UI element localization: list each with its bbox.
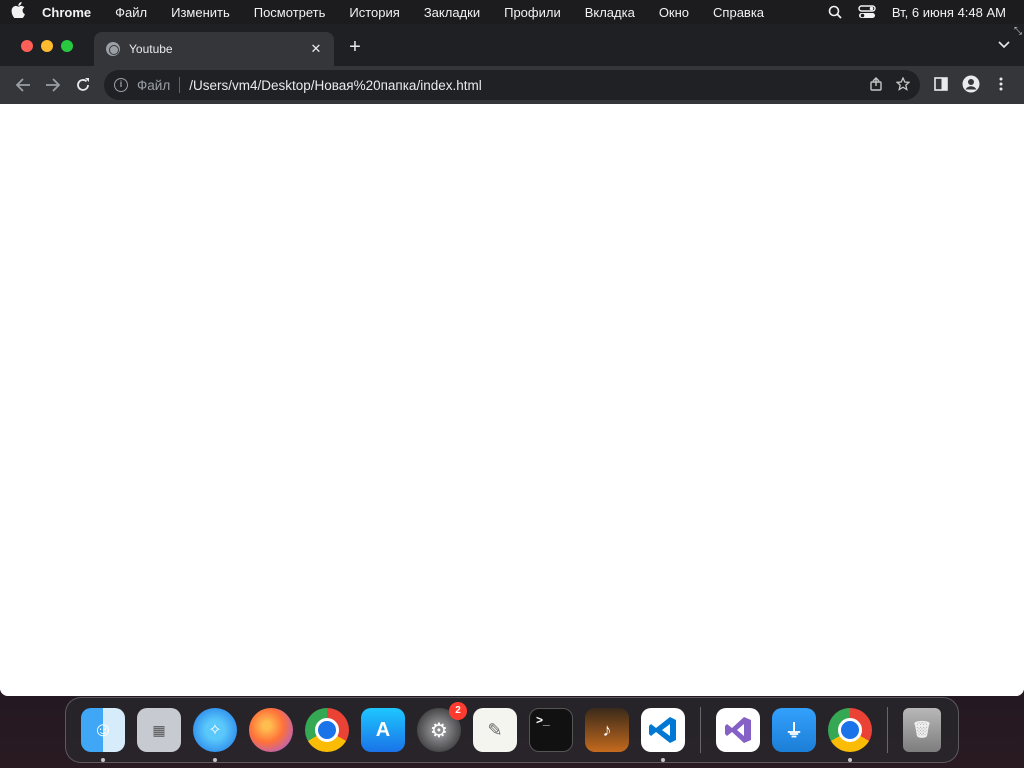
window-controls [21,40,73,52]
dock-system-settings[interactable]: ⚙ 2 [417,702,467,752]
menu-history[interactable]: История [337,5,411,20]
menu-bar: Chrome Файл Изменить Посмотреть История … [0,0,1024,24]
safari-compass-icon: ✧ [208,722,222,739]
trash-icon: 🗑 [911,722,933,739]
dock-chrome[interactable] [305,708,349,752]
more-menu-icon[interactable] [986,77,1016,94]
notification-badge: 2 [449,702,467,720]
menu-view[interactable]: Посмотреть [242,5,338,20]
guitar-icon: ♪ [602,719,612,740]
resize-arrow-icon: ⤡ [1014,26,1022,37]
dock-launchpad[interactable]: ▦ [137,708,181,752]
side-panel-icon[interactable] [926,76,956,94]
site-info-icon[interactable]: i [114,78,128,92]
back-button[interactable] [8,70,38,100]
browser-toolbar: i Файл /Users/vm4/Desktop/Новая%20папка/… [0,66,1024,104]
reload-button[interactable] [68,70,98,100]
url-text[interactable]: /Users/vm4/Desktop/Новая%20папка/index.h… [189,78,856,93]
pencil-icon: ✎ [487,719,503,740]
dock-keynote[interactable]: ⏚ [772,708,816,752]
finder-icon: ☺ [92,718,114,741]
vscode-icon [649,717,676,743]
launchpad-icon: ▦ [152,721,166,738]
tab-active[interactable]: Youtube ✕ [94,32,334,66]
gear-icon: ⚙ [430,719,448,742]
dock-app-store[interactable]: A [361,708,405,752]
tab-title: Youtube [129,42,173,56]
dock-textedit[interactable]: ✎ [473,708,517,752]
profile-avatar-icon[interactable] [956,75,986,96]
running-indicator [213,758,217,762]
bookmark-star-icon[interactable] [895,75,911,94]
keynote-podium-icon: ⏚ [785,721,803,741]
control-center-icon[interactable] [850,5,884,19]
tab-search-chevron-icon[interactable] [998,38,1010,52]
dock-firefox[interactable] [249,708,293,752]
visual-studio-icon [725,717,751,743]
menubar-clock[interactable]: Вт, 6 июня 4:48 AM [884,5,1014,20]
menu-app-name[interactable]: Chrome [36,5,103,20]
address-bar[interactable]: i Файл /Users/vm4/Desktop/Новая%20папка/… [104,70,920,100]
apple-menu-icon[interactable] [0,2,36,22]
chrome-window: Youtube ✕ + ⤡ i Файл /Users/vm4/Desktop/… [0,24,1024,696]
window-minimize-button[interactable] [41,40,53,52]
window-close-button[interactable] [21,40,33,52]
menu-edit[interactable]: Изменить [159,5,242,20]
dock-garageband[interactable]: ♪ [585,708,629,752]
running-indicator [101,758,105,762]
share-icon[interactable] [870,76,882,94]
dock-divider [700,707,701,753]
menu-bookmarks[interactable]: Закладки [412,5,492,20]
menu-help[interactable]: Справка [701,5,776,20]
menu-file[interactable]: Файл [103,5,159,20]
dock-vscode[interactable] [641,708,685,762]
running-indicator [848,758,852,762]
dock: ☺ ▦ ✧ A ⚙ 2 ✎ >_ ♪ ⏚ 🗑 [65,697,959,763]
menu-profiles[interactable]: Профили [492,5,573,20]
dock-safari[interactable]: ✧ [193,708,237,762]
terminal-prompt-icon: >_ [536,713,550,727]
dock-terminal[interactable]: >_ [529,708,573,752]
omnibox-divider [179,77,181,93]
forward-button[interactable] [38,70,68,100]
window-fullscreen-button[interactable] [61,40,73,52]
dock-chrome-recent[interactable] [828,708,872,762]
menu-window[interactable]: Окно [647,5,701,20]
dock-finder[interactable]: ☺ [81,708,125,762]
spotlight-search-icon[interactable] [820,5,850,19]
new-tab-button[interactable]: + [344,36,366,58]
menu-tab[interactable]: Вкладка [573,5,647,20]
globe-icon [106,42,120,56]
dock-visual-studio[interactable] [716,708,760,752]
url-scheme-label: Файл [137,77,171,93]
running-indicator [661,758,665,762]
tab-strip: Youtube ✕ + ⤡ [0,24,1024,66]
dock-trash[interactable]: 🗑 [903,708,941,752]
page-content[interactable] [0,104,1024,696]
tab-close-icon[interactable]: ✕ [308,41,324,57]
app-store-icon: A [375,718,391,741]
dock-divider [887,707,888,753]
